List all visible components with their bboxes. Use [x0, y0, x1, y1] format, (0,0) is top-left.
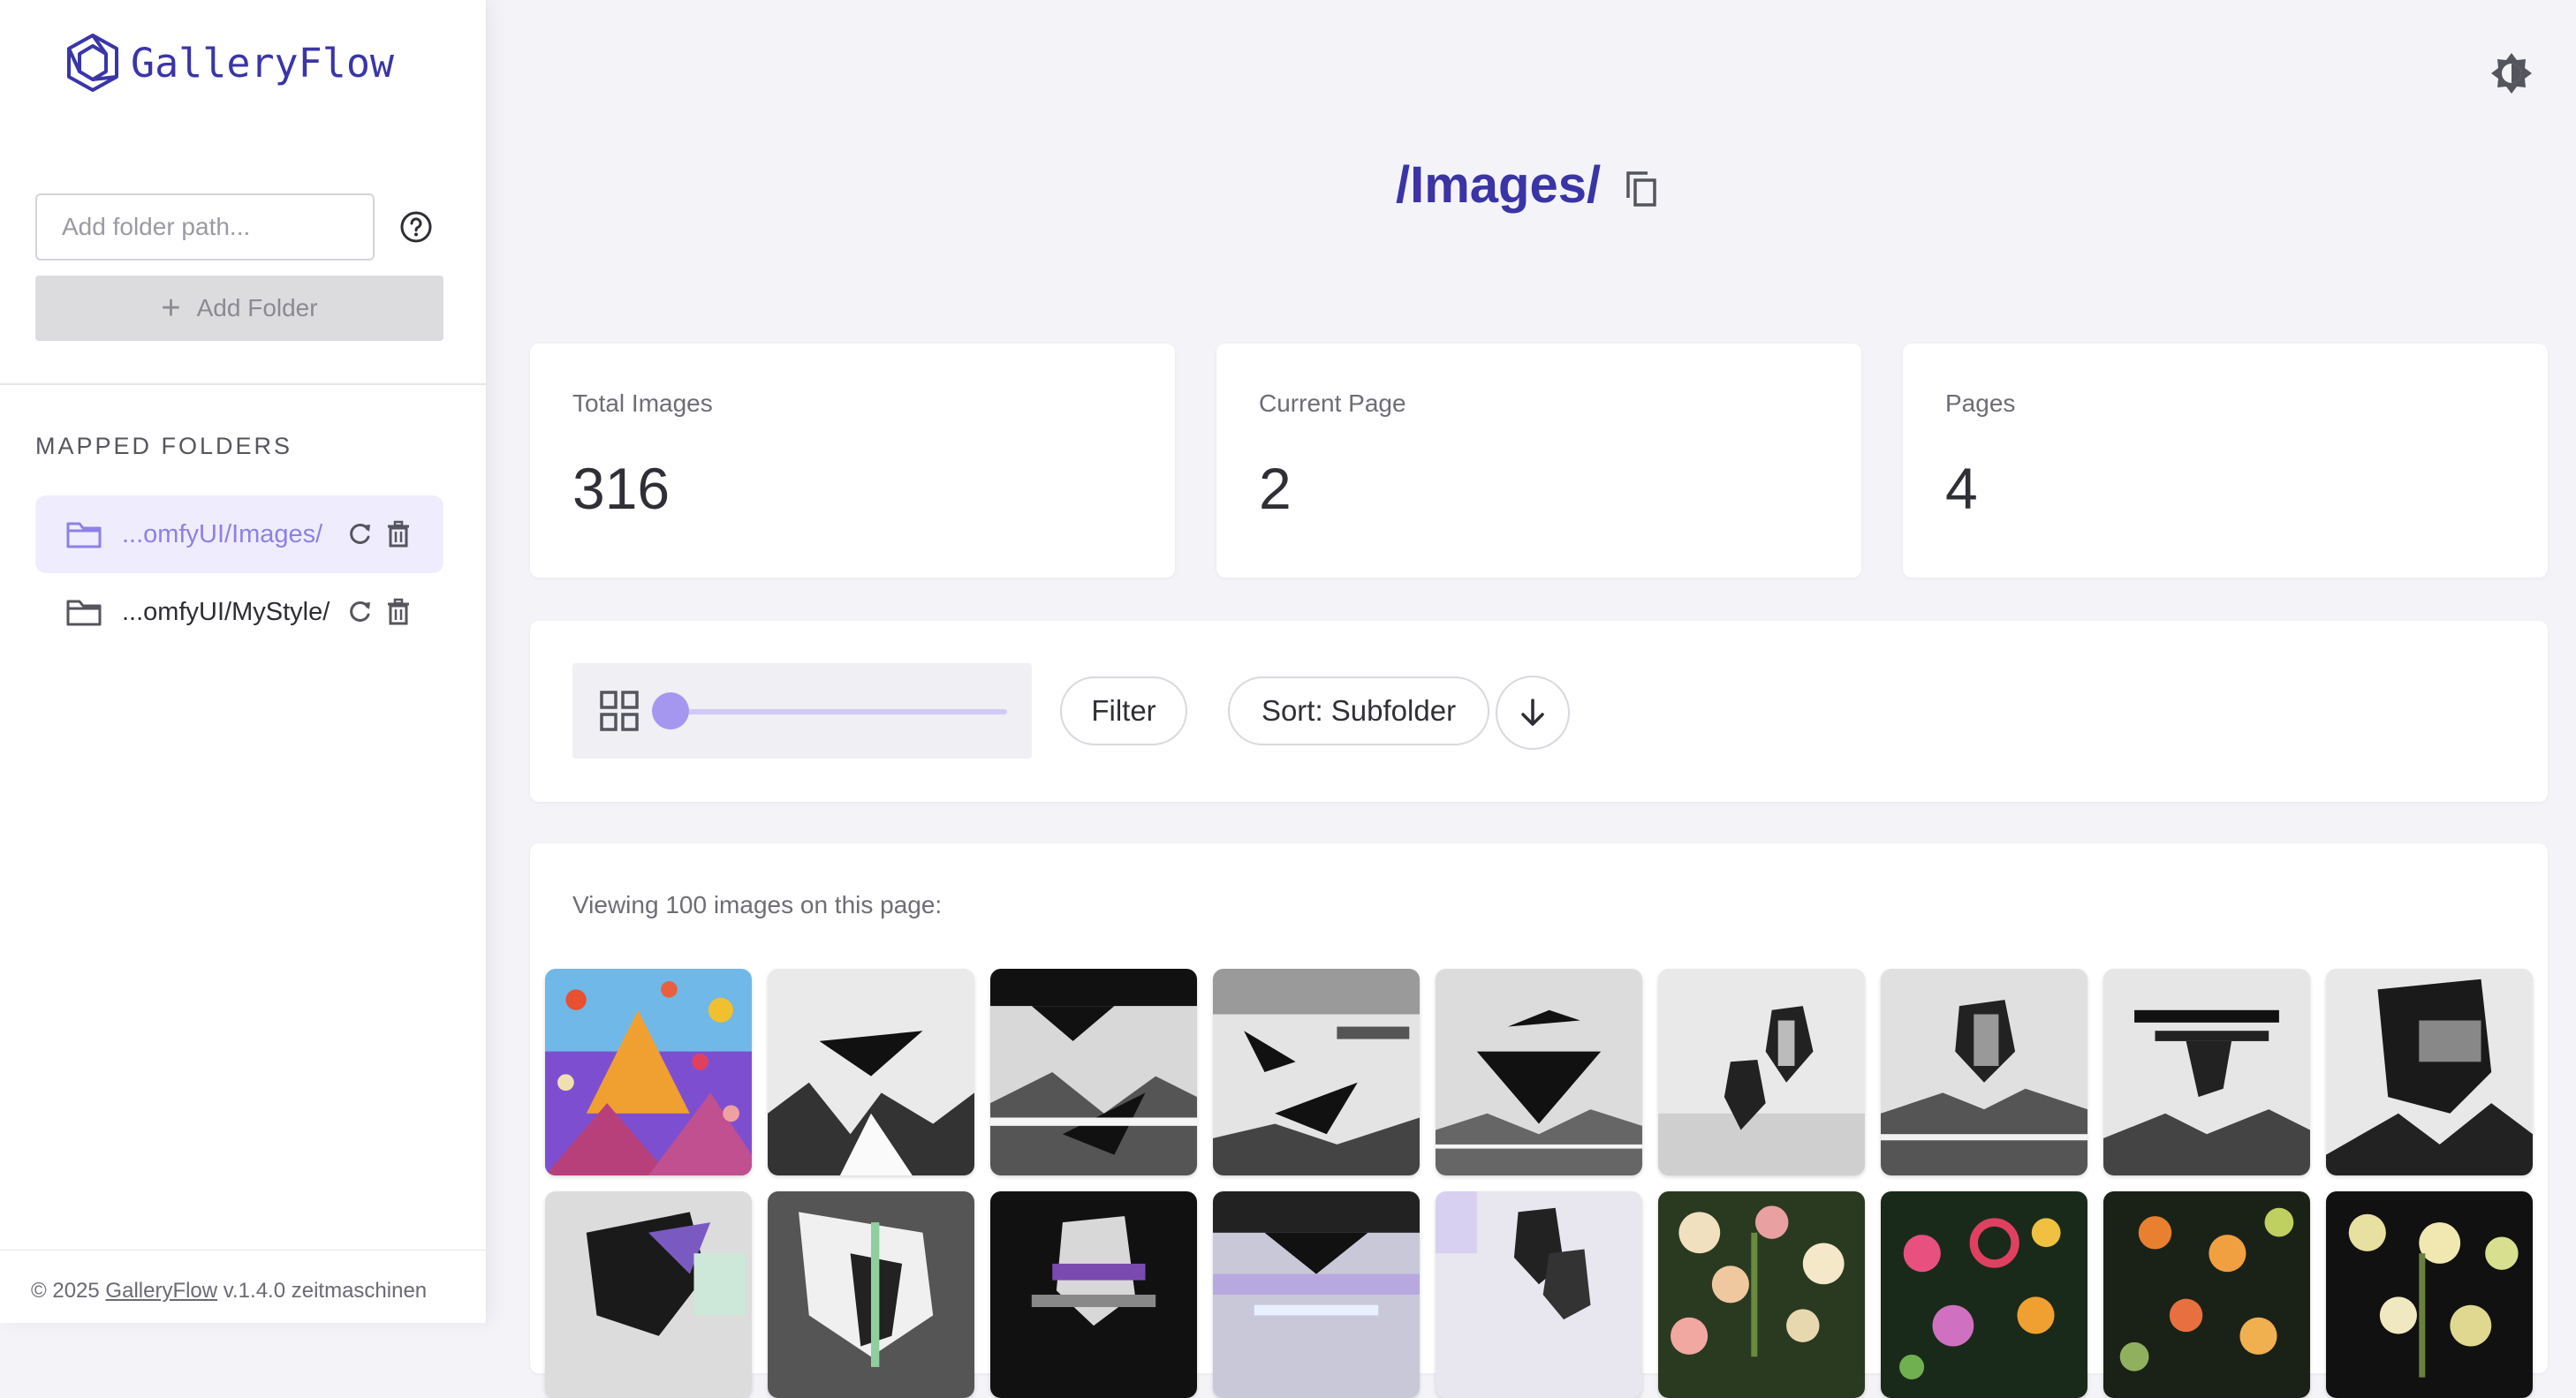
sort-direction-button[interactable] [1496, 676, 1570, 750]
refresh-icon[interactable] [346, 520, 373, 548]
bw-abstract-mountain-image [768, 969, 974, 1175]
thumbnail-image[interactable] [545, 1191, 752, 1398]
floral-pattern-cream-image [1658, 1191, 1865, 1398]
sidebar-divider [0, 383, 486, 385]
gallery: Viewing 100 images on this page: [530, 843, 2548, 1398]
footer-link[interactable]: GalleryFlow [105, 1279, 217, 1303]
thumbnail-image[interactable] [768, 969, 974, 1175]
footer: © 2025 GalleryFlow v.1.4.0 zeitmaschinen [31, 1279, 427, 1304]
stat-label: Pages [1945, 389, 2016, 417]
gallery-logo-icon [67, 34, 118, 92]
grid-icon [600, 691, 639, 731]
thumbnail-image[interactable] [990, 1191, 1197, 1398]
thumbnail-image[interactable] [1658, 1191, 1865, 1398]
sort-button[interactable]: Sort: Subfolder [1228, 676, 1489, 745]
bw-floating-shards-image [1213, 969, 1420, 1175]
stat-card-total-images: Total Images 316 [530, 344, 1175, 578]
refresh-icon[interactable] [346, 598, 373, 626]
bw-glitch-landscape-image [990, 969, 1197, 1175]
purple-profile-glitch-image [545, 1191, 752, 1398]
delete-icon[interactable] [385, 598, 412, 626]
bw-face-reflection-image [1881, 969, 2087, 1175]
plus-icon: + [161, 290, 181, 327]
viewing-count: Viewing 100 images on this page: [572, 891, 943, 918]
thumbnail-size-slider-thumb[interactable] [652, 692, 689, 729]
folder-path-input[interactable] [35, 193, 375, 261]
thumbnail-size-slider-track[interactable] [670, 709, 1007, 714]
thumbnail-image[interactable] [768, 1191, 974, 1398]
help-icon[interactable] [398, 209, 434, 245]
thumbnail-image[interactable] [1881, 1191, 2087, 1398]
folder-icon [66, 522, 102, 548]
footer-version: v.1.4.0 zeitmaschinen [217, 1279, 428, 1303]
bw-profile-glitch-image [768, 1191, 974, 1398]
thumbnail-image[interactable] [2326, 969, 2533, 1175]
thumbnail-image[interactable] [1881, 969, 2087, 1175]
page-title: /Images/ [1396, 156, 1602, 214]
folder-item-images[interactable]: ...omfyUI/Images/ [35, 495, 443, 573]
colorful-tent-image [545, 969, 752, 1175]
thumbnail-image[interactable] [1436, 1191, 1642, 1398]
thumbnail-image[interactable] [1213, 1191, 1420, 1398]
add-folder-button[interactable]: + Add Folder [35, 276, 443, 341]
page-header: /Images/ [1396, 155, 1659, 215]
thumbnail-image[interactable] [2326, 1191, 2533, 1398]
sidebar: GalleryFlow + Add Folder MAPPED FOLDERS … [0, 0, 487, 1323]
stat-label: Current Page [1259, 389, 1406, 417]
filter-button[interactable]: Filter [1060, 676, 1187, 745]
footer-divider [0, 1250, 486, 1251]
toolbar: Filter Sort: Subfolder [530, 621, 2548, 802]
delete-icon[interactable] [385, 520, 412, 548]
stat-card-pages: Pages 4 [1903, 344, 2548, 578]
folder-icon [66, 600, 102, 626]
folder-name: ...omfyUI/MyStyle/ [122, 597, 330, 626]
bw-glitch-face-image [2103, 969, 2310, 1175]
thumbnail-image[interactable] [1213, 969, 1420, 1175]
stat-value: 2 [1259, 456, 1292, 521]
stat-card-current-page: Current Page 2 [1216, 344, 1861, 578]
add-folder-label: Add Folder [196, 294, 318, 321]
thumbnail-image[interactable] [2103, 969, 2310, 1175]
copy-icon[interactable] [1624, 170, 1659, 208]
thumbnail-image[interactable] [990, 969, 1197, 1175]
stat-label: Total Images [572, 389, 713, 417]
floral-pattern-pink-image [1881, 1191, 2087, 1398]
floral-pattern-yellow-image [2326, 1191, 2533, 1398]
thumbnail-image[interactable] [545, 969, 752, 1175]
folder-name: ...omfyUI/Images/ [122, 519, 323, 548]
bw-twin-faces-image [1658, 969, 1865, 1175]
thumbnail-size-control [572, 663, 1032, 759]
bw-faces-purple-image [1436, 1191, 1642, 1398]
pastel-glitch-landscape-image [1213, 1191, 1420, 1398]
theme-toggle-icon[interactable] [2489, 51, 2534, 95]
app-logo[interactable]: GalleryFlow [64, 32, 394, 94]
bw-inverted-pyramid-image [1436, 969, 1642, 1175]
stat-value: 4 [1945, 456, 1978, 521]
thumbnail-image[interactable] [1436, 969, 1642, 1175]
floral-pattern-orange-image [2103, 1191, 2310, 1398]
thumbnail-image[interactable] [1658, 969, 1865, 1175]
purple-face-glitch-image [990, 1191, 1197, 1398]
stat-value: 316 [572, 456, 671, 521]
app-name: GalleryFlow [131, 39, 395, 87]
folder-item-mystyle[interactable]: ...omfyUI/MyStyle/ [35, 573, 443, 651]
footer-copyright: © 2025 [31, 1279, 106, 1303]
mapped-folders-title: MAPPED FOLDERS [35, 433, 293, 459]
thumbnail-image[interactable] [2103, 1191, 2310, 1398]
bw-profile-mountains-image [2326, 969, 2533, 1175]
arrow-down-icon [1521, 699, 1544, 726]
